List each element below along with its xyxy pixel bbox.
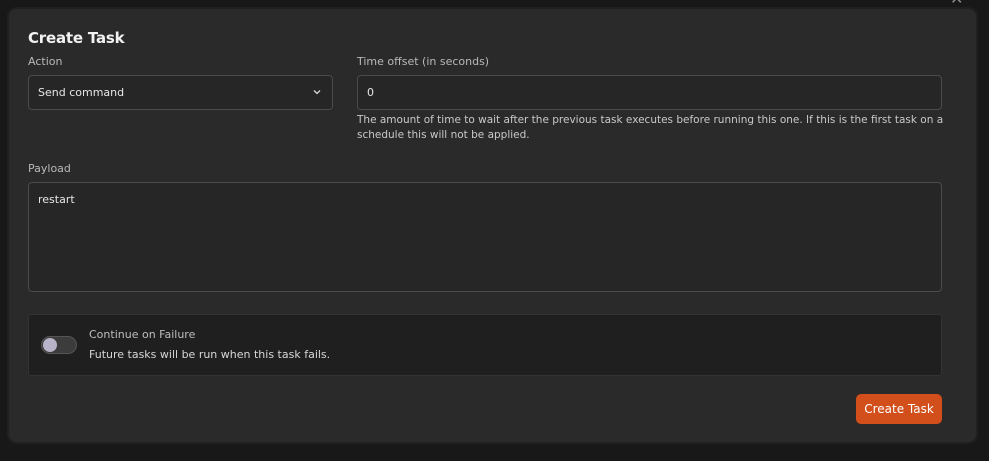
continue-on-failure-title: Continue on Failure (89, 328, 196, 341)
switch-knob (43, 338, 57, 352)
continue-on-failure-description: Future tasks will be run when this task … (89, 348, 331, 361)
payload-label: Payload (28, 162, 71, 175)
action-label: Action (28, 55, 63, 68)
time-offset-label: Time offset (in seconds) (357, 55, 490, 68)
action-selected-value: Send command (38, 86, 125, 99)
time-offset-value: 0 (367, 86, 374, 99)
create-task-dialog: Create Task Action Send command Time off… (9, 9, 976, 442)
action-select[interactable]: Send command (28, 75, 333, 110)
time-offset-help: The amount of time to wait after the pre… (357, 114, 944, 141)
time-offset-input[interactable]: 0 (357, 75, 942, 110)
continue-on-failure-panel: Continue on Failure Future tasks will be… (28, 314, 942, 376)
close-icon[interactable]: ✕ (950, 0, 964, 7)
payload-textarea[interactable]: restart (28, 182, 942, 292)
create-task-button[interactable]: Create Task (856, 394, 942, 424)
dialog-title: Create Task (28, 29, 125, 47)
chevron-down-icon (313, 90, 321, 95)
continue-on-failure-switch[interactable] (41, 336, 77, 354)
payload-value: restart (38, 193, 75, 206)
